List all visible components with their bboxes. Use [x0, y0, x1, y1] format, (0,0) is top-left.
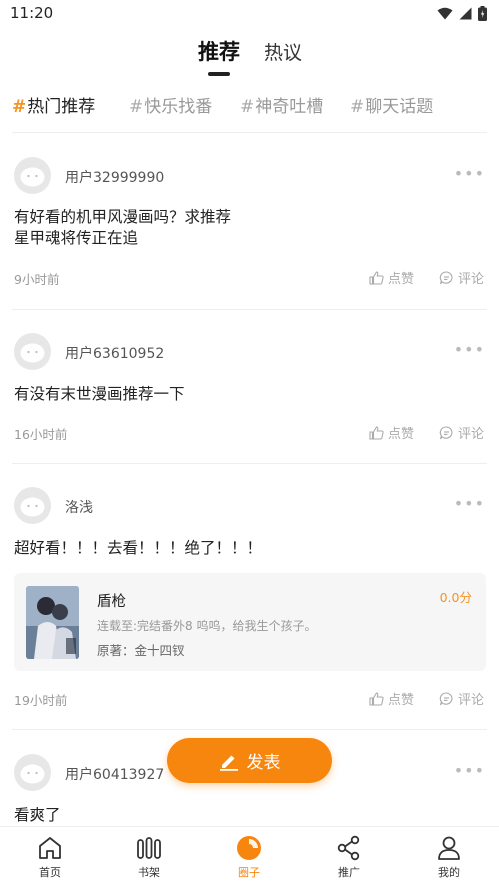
- nav-label: 圈子: [238, 866, 260, 879]
- topic-roast[interactable]: #神奇吐槽: [240, 92, 323, 117]
- book-progress: 连载至:完结番外8 呜呜，给我生个孩子。: [97, 619, 317, 633]
- more-options-icon[interactable]: •••: [454, 494, 485, 513]
- post-content: 看爽了: [14, 805, 61, 826]
- edit-pen-icon: [219, 755, 238, 771]
- book-cover: [26, 586, 79, 659]
- publish-button[interactable]: 发表: [167, 738, 332, 783]
- nav-label: 书架: [138, 866, 160, 879]
- like-label: 点赞: [388, 693, 415, 708]
- tab-hot-discussion[interactable]: 热议: [264, 38, 302, 65]
- thumbs-up-icon: [369, 270, 384, 285]
- divider: [12, 132, 487, 133]
- circle-icon: [237, 836, 261, 860]
- comment-label: 评论: [458, 693, 485, 708]
- book-card[interactable]: 盾枪 0.0分 连载至:完结番外8 呜呜，给我生个孩子。 原著：金十四钗: [14, 573, 486, 671]
- top-tabs: 推荐 热议: [0, 36, 499, 80]
- content-line: 看爽了: [14, 806, 61, 824]
- topic-label: 热门推荐: [27, 97, 96, 117]
- book-author: 原著：金十四钗: [97, 643, 185, 658]
- topic-hot-recommend[interactable]: #热门推荐: [12, 92, 95, 117]
- divider: [12, 463, 487, 464]
- username[interactable]: 用户32999990: [65, 167, 164, 187]
- more-options-icon[interactable]: •••: [454, 164, 485, 183]
- divider: [12, 309, 487, 310]
- comment-button[interactable]: 评论: [439, 268, 484, 287]
- post-content: 有好看的机甲风漫画吗？求推荐 星甲魂将传正在追: [14, 207, 231, 249]
- post-content: 有没有末世漫画推荐一下: [14, 384, 185, 405]
- comment-label: 评论: [458, 427, 485, 442]
- like-button[interactable]: 点赞: [369, 268, 414, 287]
- topic-label: 快乐找番: [144, 97, 213, 117]
- book-score: 0.0分: [439, 590, 472, 605]
- status-bar: 11:20: [0, 0, 499, 28]
- comment-button[interactable]: 评论: [439, 689, 484, 708]
- username[interactable]: 用户60413927: [65, 764, 164, 784]
- hash-mark: #: [350, 97, 365, 117]
- nav-label: 推广: [338, 866, 360, 879]
- publish-label: 发表: [246, 753, 281, 773]
- topic-row: #热门推荐 #快乐找番 #神奇吐槽 #聊天话题: [0, 92, 499, 122]
- signal-icon: [459, 7, 472, 20]
- book-title: 盾枪: [97, 594, 126, 610]
- post-time: 19小时前: [14, 693, 68, 708]
- post-time: 16小时前: [14, 427, 68, 442]
- topic-happy-find[interactable]: #快乐找番: [129, 92, 212, 117]
- avatar[interactable]: [14, 754, 51, 791]
- topic-label: 聊天话题: [365, 97, 434, 117]
- thumbs-up-icon: [369, 691, 384, 706]
- content-line: 有没有末世漫画推荐一下: [14, 385, 185, 403]
- profile-icon: [438, 836, 460, 860]
- more-options-icon[interactable]: •••: [454, 761, 485, 780]
- share-icon: [337, 835, 360, 861]
- content-line: 星甲魂将传正在追: [14, 229, 139, 247]
- topic-label: 神奇吐槽: [255, 97, 324, 117]
- bookshelf-icon: [137, 837, 161, 859]
- comment-icon: [439, 425, 453, 439]
- hash-mark: #: [12, 97, 27, 117]
- nav-circle[interactable]: 圈子: [219, 835, 279, 880]
- nav-home[interactable]: 首页: [20, 835, 80, 880]
- post-time: 9小时前: [14, 272, 60, 287]
- comment-icon: [439, 691, 453, 705]
- like-button[interactable]: 点赞: [369, 689, 414, 708]
- avatar[interactable]: [14, 157, 51, 194]
- divider: [12, 729, 487, 730]
- hash-mark: #: [129, 97, 144, 117]
- home-icon: [39, 837, 61, 859]
- post-content: 超好看！！！去看！！！绝了！！！: [14, 538, 262, 559]
- avatar[interactable]: [14, 487, 51, 524]
- like-button[interactable]: 点赞: [369, 423, 414, 442]
- comment-button[interactable]: 评论: [439, 423, 484, 442]
- comment-label: 评论: [458, 272, 485, 287]
- content-line: 超好看！！！去看！！！绝了！！！: [14, 539, 263, 557]
- hash-mark: #: [240, 97, 255, 117]
- tab-recommend[interactable]: 推荐: [198, 36, 240, 66]
- battery-icon: [478, 6, 487, 21]
- like-label: 点赞: [388, 272, 415, 287]
- content-line: 有好看的机甲风漫画吗？求推荐: [14, 208, 232, 226]
- nav-label: 首页: [39, 866, 61, 879]
- nav-promote[interactable]: 推广: [319, 835, 379, 880]
- nav-label: 我的: [438, 866, 460, 879]
- thumbs-up-icon: [369, 425, 384, 440]
- status-icons: [437, 6, 487, 21]
- topic-chat[interactable]: #聊天话题: [350, 92, 433, 117]
- username[interactable]: 洛浅: [65, 497, 93, 517]
- wifi-icon: [437, 7, 453, 20]
- username[interactable]: 用户63610952: [65, 343, 164, 363]
- comment-icon: [439, 270, 453, 284]
- nav-bookshelf[interactable]: 书架: [119, 835, 179, 880]
- avatar[interactable]: [14, 333, 51, 370]
- status-time: 11:20: [10, 4, 54, 22]
- nav-profile[interactable]: 我的: [419, 835, 479, 880]
- like-label: 点赞: [388, 427, 415, 442]
- more-options-icon[interactable]: •••: [454, 340, 485, 359]
- bottom-nav: 首页 书架 圈子 推广 我的: [0, 826, 499, 887]
- active-tab-indicator: [208, 72, 230, 76]
